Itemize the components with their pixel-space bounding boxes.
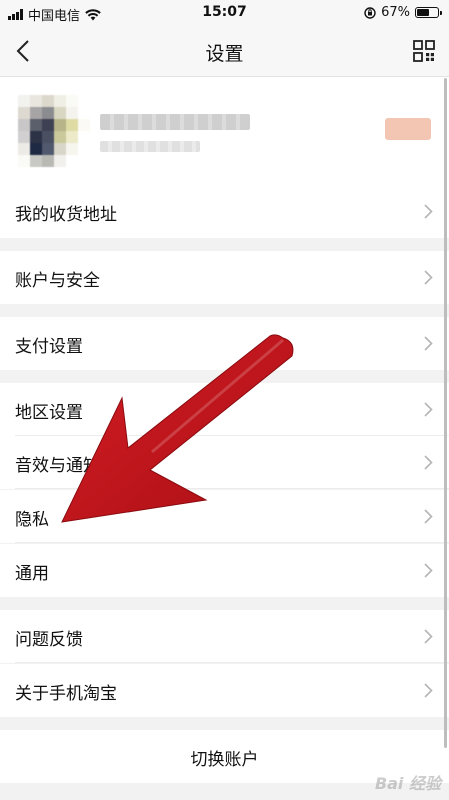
status-right: 67% <box>364 5 442 20</box>
battery-icon <box>415 7 442 18</box>
menu-item-label: 支付设置 <box>15 337 83 357</box>
nav-bar: 设置 <box>0 26 449 77</box>
watermark: Bai 经验 <box>374 774 441 793</box>
menu-item-label: 隐私 <box>15 510 49 530</box>
chevron-right-icon <box>424 402 433 417</box>
blurred-badge <box>385 118 431 140</box>
chevron-right-icon <box>424 683 433 698</box>
orientation-lock-icon <box>364 6 376 19</box>
status-bar: 中国电信 15:07 67% <box>0 0 449 26</box>
blurred-subtitle <box>100 141 200 152</box>
chevron-right-icon <box>424 204 433 219</box>
chevron-right-icon <box>424 509 433 524</box>
menu-item-address[interactable]: 我的收货地址 <box>0 185 449 238</box>
switch-account-label: 切换账户 <box>190 750 259 770</box>
menu-item-payment[interactable]: 支付设置 <box>0 317 449 370</box>
page-title: 设置 <box>205 43 244 65</box>
divider <box>15 488 449 489</box>
avatar <box>18 95 90 167</box>
menu-item-sound-notification[interactable]: 音效与通知 <box>0 436 449 489</box>
chevron-right-icon <box>424 336 433 351</box>
menu-item-privacy[interactable]: 隐私 <box>0 490 449 543</box>
menu-item-about[interactable]: 关于手机淘宝 <box>0 664 449 717</box>
chevron-right-icon <box>424 455 433 470</box>
menu-item-label: 通用 <box>15 564 49 584</box>
menu-item-feedback[interactable]: 问题反馈 <box>0 610 449 663</box>
menu-item-label: 地区设置 <box>15 403 83 423</box>
divider <box>15 662 449 663</box>
menu-item-label: 我的收货地址 <box>15 205 117 225</box>
blurred-username <box>100 114 250 130</box>
menu-item-general[interactable]: 通用 <box>0 544 449 597</box>
menu-item-label: 关于手机淘宝 <box>15 684 117 704</box>
battery-percent: 67% <box>381 5 410 20</box>
scrollbar[interactable] <box>444 78 447 748</box>
chevron-right-icon <box>424 629 433 644</box>
menu-item-region[interactable]: 地区设置 <box>0 383 449 436</box>
menu-item-account-security[interactable]: 账户与安全 <box>0 251 449 304</box>
menu-item-label: 账户与安全 <box>15 271 100 291</box>
menu-item-label: 音效与通知 <box>15 456 100 476</box>
chevron-right-icon <box>424 270 433 285</box>
chevron-right-icon <box>424 563 433 578</box>
grid-menu-icon[interactable] <box>413 40 435 62</box>
battery-fill <box>417 9 429 16</box>
profile-card[interactable] <box>0 77 449 186</box>
menu-item-label: 问题反馈 <box>15 630 83 650</box>
divider <box>15 542 449 543</box>
